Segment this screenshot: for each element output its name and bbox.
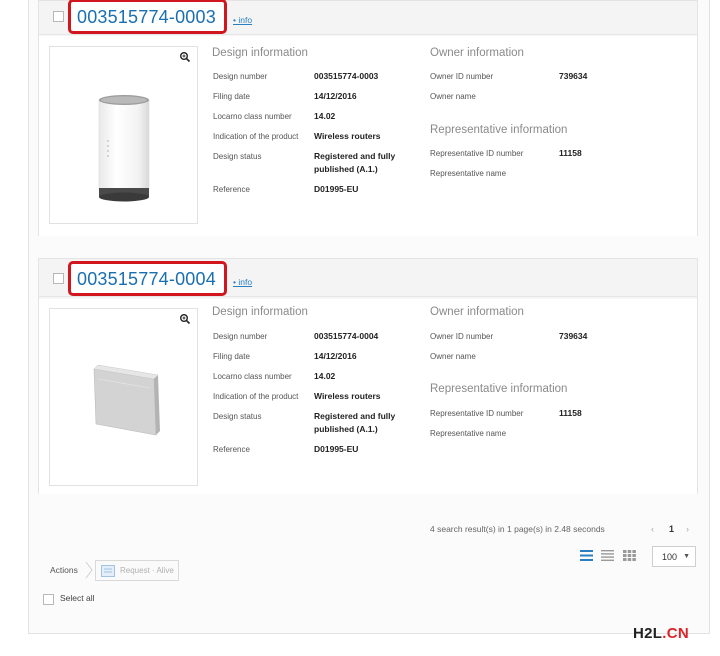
result-card: 003515774-0003 • info Design information… (38, 0, 698, 236)
request-button-label: Request · Alive (120, 566, 174, 575)
locarno-value: 14.02 (314, 111, 336, 121)
design-status-value-line2: published (A.1.) (314, 424, 378, 434)
request-icon (101, 565, 115, 577)
design-id-highlight[interactable]: 003515774-0004 (68, 261, 227, 296)
representative-id-label: Representative ID number (430, 409, 524, 418)
product-value: Wireless routers (314, 391, 381, 401)
pager-next-button[interactable]: › (686, 524, 689, 534)
filing-date-label: Filing date (213, 92, 250, 101)
watermark-part1: H2L (633, 625, 663, 642)
per-page-select[interactable]: 100 ▼ (652, 546, 696, 567)
design-thumbnail[interactable] (49, 308, 198, 486)
result-card-header: 003515774-0003 • info (39, 0, 697, 35)
design-information-title: Design information (212, 306, 308, 318)
design-number-label: Design number (213, 72, 268, 81)
design-id-link[interactable]: 003515774-0004 (77, 269, 216, 289)
info-link[interactable]: • info (233, 277, 252, 287)
watermark-part2: .CN (662, 625, 689, 642)
design-status-label: Design status (213, 412, 262, 421)
owner-name-label: Owner name (430, 92, 476, 101)
grid-view-icon[interactable] (623, 550, 636, 561)
owner-information-title: Owner information (430, 47, 524, 59)
design-id-link[interactable]: 003515774-0003 (77, 7, 216, 27)
pager-current-page[interactable]: 1 (669, 524, 674, 534)
result-card-body: Design information Design number 0035157… (39, 36, 697, 236)
locarno-value: 14.02 (314, 371, 336, 381)
owner-id-value: 739634 (559, 71, 588, 81)
compact-view-icon[interactable] (601, 550, 614, 561)
chevron-right-icon (85, 561, 93, 579)
filing-date-value: 14/12/2016 (314, 91, 357, 101)
design-number-value: 003515774-0004 (314, 331, 379, 341)
locarno-label: Locarno class number (213, 112, 292, 121)
list-view-icon[interactable] (580, 550, 593, 561)
product-label: Indication of the product (213, 132, 299, 141)
router-cylinder-image (98, 95, 150, 202)
reference-value: D01995-EU (314, 444, 359, 454)
reference-label: Reference (213, 445, 250, 454)
design-thumbnail[interactable] (49, 46, 198, 224)
design-id-highlight[interactable]: 003515774-0003 (68, 0, 227, 34)
design-status-value-line1: Registered and fully (314, 411, 396, 421)
result-card-body: Design information Design number 0035157… (39, 299, 697, 494)
representative-id-value: 11158 (559, 408, 582, 418)
select-all-label[interactable]: Select all (60, 593, 95, 603)
per-page-value: 100 (662, 552, 678, 562)
result-card-header: 003515774-0004 • info (39, 259, 697, 297)
router-flat-panel-image (93, 364, 160, 436)
product-label: Indication of the product (213, 392, 299, 401)
owner-name-label: Owner name (430, 352, 476, 361)
owner-id-value: 739634 (559, 331, 588, 341)
owner-information-title: Owner information (430, 306, 524, 318)
design-status-label: Design status (213, 152, 262, 161)
watermark-logo: H2L.CN (633, 625, 689, 642)
representative-name-label: Representative name (430, 429, 507, 438)
representative-id-label: Representative ID number (430, 149, 524, 158)
representative-id-value: 11158 (559, 148, 582, 158)
results-summary: 4 search result(s) in 1 page(s) in 2.48 … (430, 524, 605, 534)
design-status-value-line2: published (A.1.) (314, 164, 378, 174)
reference-value: D01995-EU (314, 184, 359, 194)
reference-label: Reference (213, 185, 250, 194)
owner-id-label: Owner ID number (430, 332, 494, 341)
result-checkbox[interactable] (53, 273, 64, 284)
request-button[interactable]: Request · Alive (95, 560, 179, 581)
select-all-checkbox[interactable] (43, 594, 54, 605)
design-information-title: Design information (212, 47, 308, 59)
result-card: 003515774-0004 • info Design information… (38, 258, 698, 494)
locarno-label: Locarno class number (213, 372, 292, 381)
representative-information-title: Representative information (430, 124, 568, 136)
caret-down-icon: ▼ (683, 553, 690, 560)
filing-date-value: 14/12/2016 (314, 351, 357, 361)
design-number-label: Design number (213, 332, 268, 341)
product-value: Wireless routers (314, 131, 381, 141)
info-link[interactable]: • info (233, 15, 252, 25)
owner-id-label: Owner ID number (430, 72, 494, 81)
design-number-value: 003515774-0003 (314, 71, 379, 81)
representative-information-title: Representative information (430, 383, 568, 395)
pager-prev-button[interactable]: ‹ (651, 524, 654, 534)
representative-name-label: Representative name (430, 169, 507, 178)
design-status-value-line1: Registered and fully (314, 151, 396, 161)
result-checkbox[interactable] (53, 11, 64, 22)
filing-date-label: Filing date (213, 352, 250, 361)
actions-label: Actions (50, 565, 78, 575)
